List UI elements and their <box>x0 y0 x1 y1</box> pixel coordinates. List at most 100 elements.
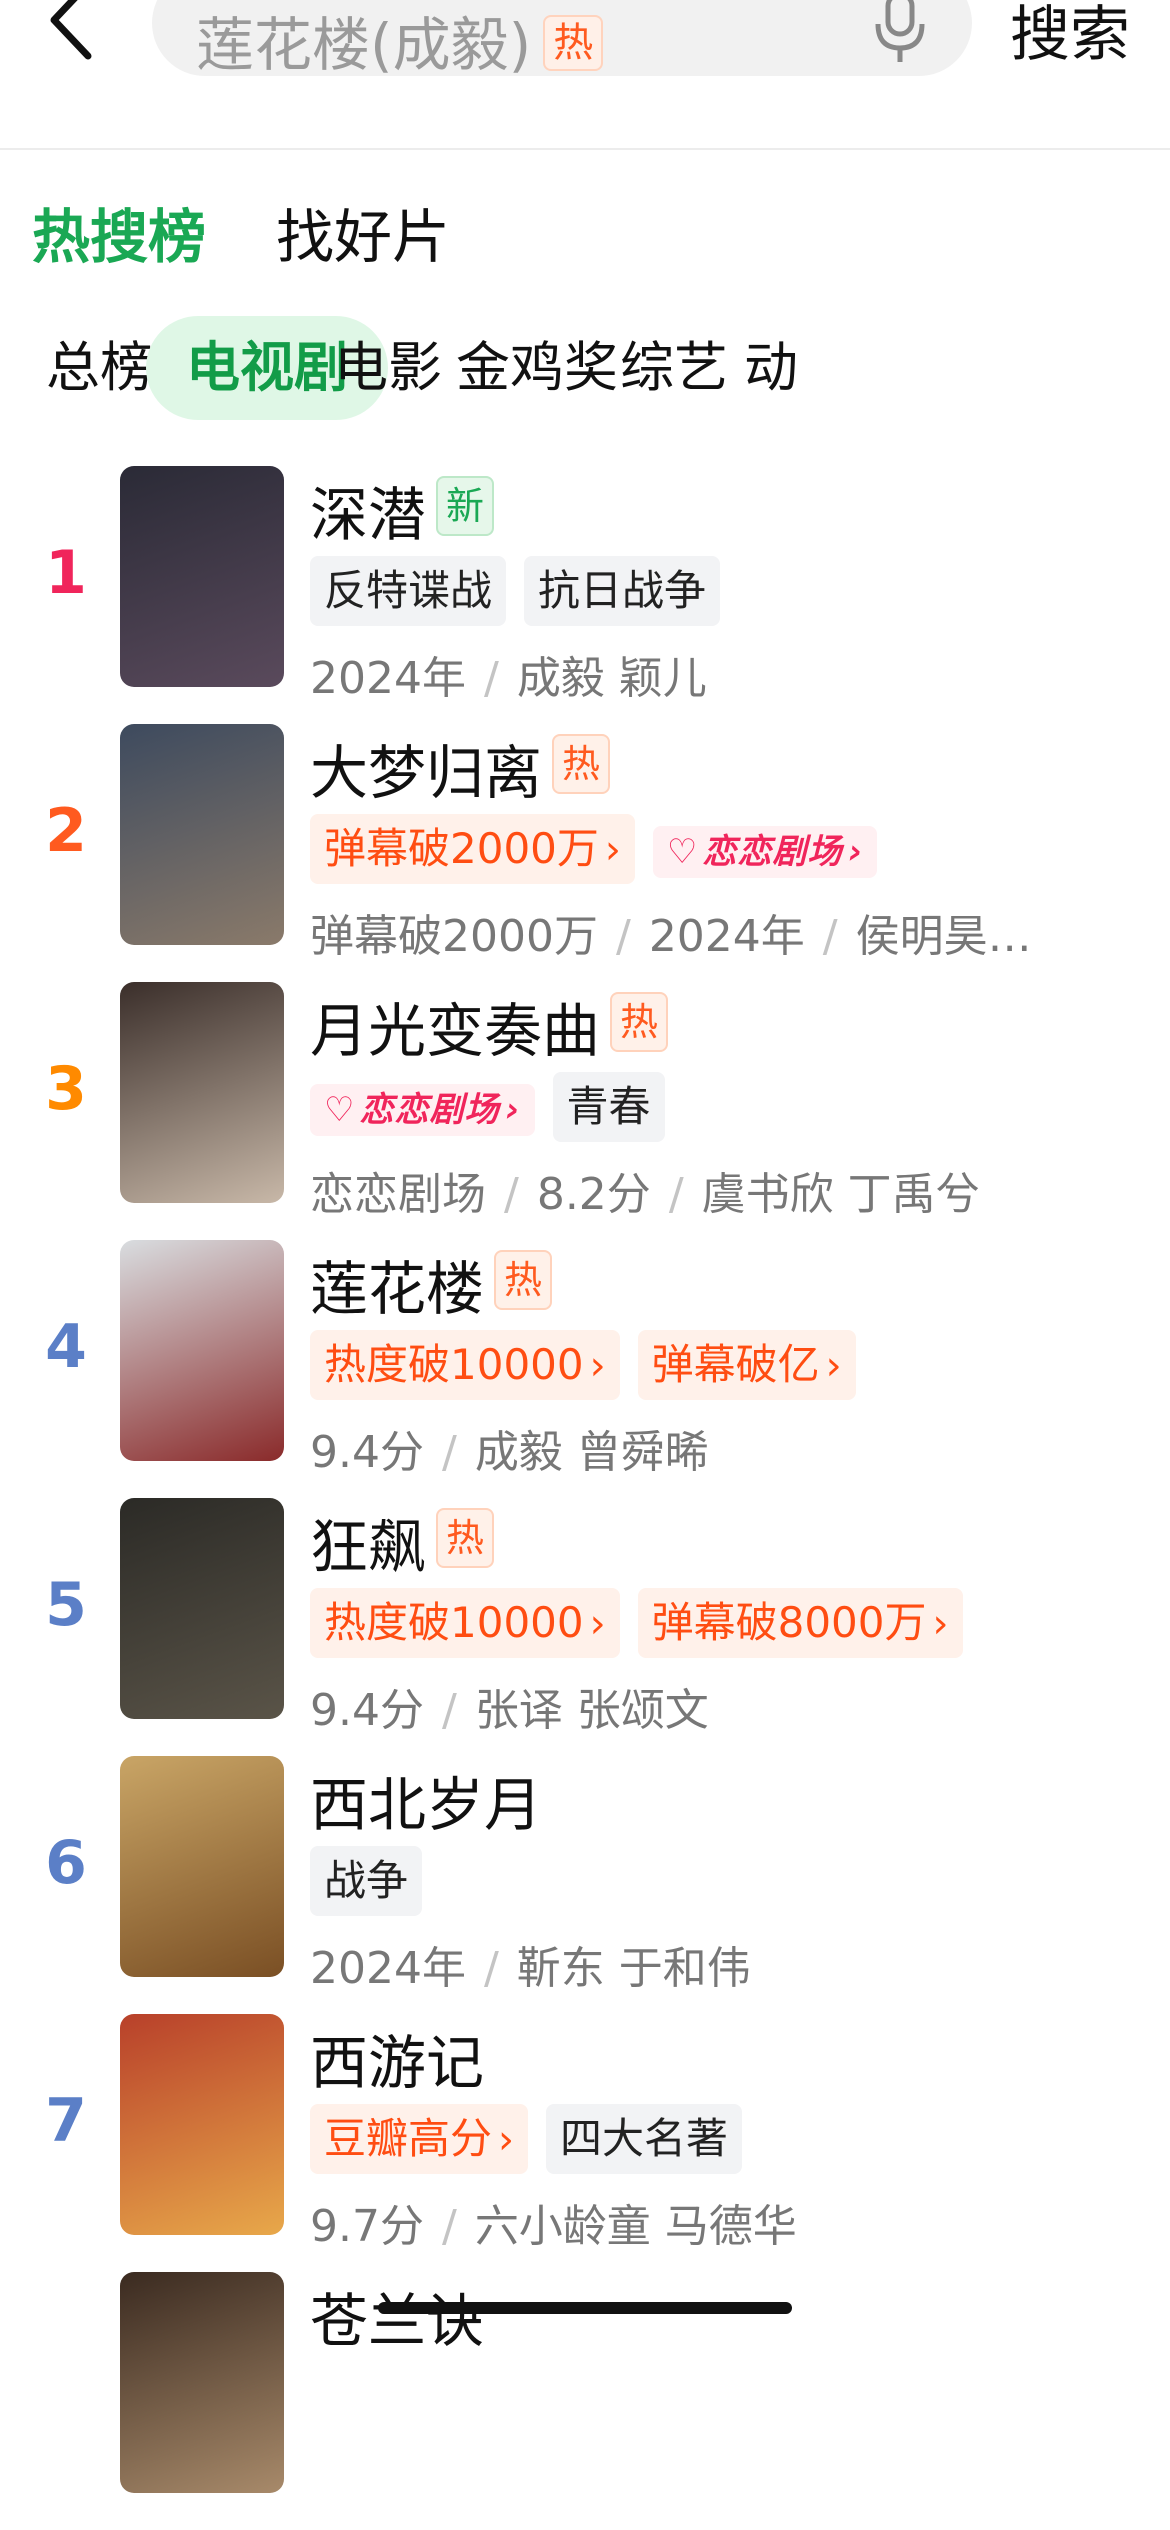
title-row: 月光变奏曲热 <box>310 984 669 1065</box>
meta-info: 弹幕破2000万 / 2024年 / 侯明昊… <box>310 900 1090 960</box>
microphone-icon[interactable] <box>872 0 928 68</box>
tag-label: 抗日战争 <box>538 566 707 615</box>
tag-label: 弹幕破8000万 <box>651 1598 927 1647</box>
tag-chip[interactable]: 弹幕破2000万 › <box>310 814 635 884</box>
new-badge: 新 <box>436 476 495 536</box>
tag-chip[interactable]: 热度破10000 › <box>310 1588 620 1658</box>
chevron-right-icon: › <box>505 1090 521 1130</box>
poster-image[interactable] <box>120 466 284 687</box>
tab-hot-search[interactable]: 热搜榜 <box>32 190 206 274</box>
poster-image[interactable] <box>120 2014 284 2235</box>
main-tabs: 热搜榜 找好片 <box>32 190 520 274</box>
category-tab[interactable]: 总榜 <box>46 316 154 420</box>
tag-label: 战争 <box>324 1856 409 1905</box>
show-title[interactable]: 月光变奏曲 <box>310 997 600 1065</box>
meta-info: 9.4分 / 成毅 曾舜晞 <box>310 1416 1090 1476</box>
tag-chip[interactable]: 热度破10000 › <box>310 1330 620 1400</box>
list-item[interactable]: 6 西北岁月 战争 2024年 / 靳东 于和伟 <box>0 1756 1170 2014</box>
list-item[interactable]: 1 深潜新反特谍战 抗日战争 2024年 / 成毅 颖儿 <box>0 466 1170 724</box>
meta-value: 侯明昊… <box>855 911 1032 960</box>
rank-number: 1 <box>45 538 87 608</box>
separator: / <box>441 2201 457 2250</box>
tag-row: 热度破10000 › 弹幕破亿 › <box>310 1330 874 1402</box>
hot-badge: 热 <box>436 1508 495 1568</box>
poster-image[interactable] <box>120 1498 284 1719</box>
tag-label: 青春 <box>566 1082 651 1131</box>
hot-badge: 热 <box>552 734 611 794</box>
category-tab[interactable]: 动 <box>744 316 798 420</box>
tag-label: 恋恋剧场 <box>702 832 843 872</box>
title-row: 大梦归离热 <box>310 726 611 807</box>
tab-find-shows[interactable]: 找好片 <box>276 190 450 274</box>
show-title[interactable]: 狂飙 <box>310 1513 426 1581</box>
tag-label: 弹幕破亿 <box>651 1340 820 1389</box>
tag-label: 弹幕破2000万 <box>324 824 599 873</box>
tag-row: 弹幕破2000万 › ♡ 恋恋剧场 › <box>310 814 895 886</box>
chevron-right-icon: › <box>825 1343 842 1389</box>
back-arrow-icon[interactable] <box>40 0 110 68</box>
hot-badge: 热 <box>610 992 669 1052</box>
tag-chip[interactable]: 豆瓣高分 › <box>310 2104 529 2174</box>
search-query-text: 莲花楼 <box>196 11 371 79</box>
list-item[interactable]: 4 莲花楼热热度破10000 › 弹幕破亿 › 9.4分 / 成毅 曾舜晞 <box>0 1240 1170 1498</box>
list-item[interactable]: 7 西游记豆瓣高分 › 四大名著 9.7分 / 六小龄童 马德华 <box>0 2014 1170 2272</box>
channel-tag[interactable]: ♡ 恋恋剧场 › <box>310 1084 535 1136</box>
title-row: 莲花楼热 <box>310 1242 553 1323</box>
tag-label: 反特谍战 <box>324 566 493 615</box>
meta-info: 恋恋剧场 / 8.2分 / 虞书欣 丁禹兮 <box>310 1158 1090 1218</box>
search-button[interactable]: 搜索 <box>1010 0 1130 73</box>
separator: / <box>822 911 838 960</box>
tag-row: 战争 <box>310 1846 440 1918</box>
category-tab[interactable]: 综艺 <box>620 316 728 420</box>
show-title[interactable]: 大梦归离 <box>310 739 542 807</box>
poster-image[interactable] <box>120 982 284 1203</box>
tag-chip[interactable]: 弹幕破8000万 › <box>637 1588 963 1658</box>
meta-value: 2024年 <box>648 911 805 960</box>
home-indicator <box>378 2302 792 2314</box>
rank-number: 7 <box>45 2086 87 2156</box>
separator: / <box>615 911 631 960</box>
tag-chip[interactable]: 弹幕破亿 › <box>637 1330 856 1400</box>
category-tab[interactable]: 电影 <box>334 316 442 420</box>
separator: / <box>668 1169 684 1218</box>
poster-image[interactable] <box>120 2272 284 2493</box>
category-tab[interactable]: 金鸡奖 <box>456 316 618 420</box>
heart-icon: ♡ <box>324 1090 356 1130</box>
meta-value: 张译 张颂文 <box>474 1685 709 1734</box>
show-title[interactable]: 西北岁月 <box>310 1771 542 1839</box>
tag-label: 热度破10000 <box>324 1598 584 1647</box>
poster-image[interactable] <box>120 724 284 945</box>
meta-value: 弹幕破2000万 <box>310 911 598 960</box>
title-row: 西北岁月 <box>310 1758 542 1839</box>
search-hot-badge: 热 <box>543 14 604 71</box>
poster-image[interactable] <box>120 1756 284 1977</box>
chevron-right-icon: › <box>589 1343 606 1389</box>
meta-value: 成毅 曾舜晞 <box>474 1427 709 1476</box>
show-title[interactable]: 莲花楼 <box>310 1255 484 1323</box>
channel-tag[interactable]: ♡ 恋恋剧场 › <box>652 826 878 878</box>
list-item[interactable]: 2 大梦归离热弹幕破2000万 › ♡ 恋恋剧场 › 弹幕破2000万/2024年 / 侯明昊… <box>0 724 1170 982</box>
poster-image[interactable] <box>120 1240 284 1461</box>
tag-chip: 反特谍战 <box>310 556 507 626</box>
search-input[interactable]: 莲花楼(成毅) 热 <box>152 0 972 79</box>
rank-number: 5 <box>45 1570 87 1640</box>
tag-chip: 青春 <box>552 1072 665 1142</box>
separator: / <box>441 1685 457 1734</box>
tag-chip: 战争 <box>310 1846 423 1916</box>
meta-info: 9.7分 / 六小龄童 马德华 <box>310 2190 1090 2250</box>
tag-chip: 四大名著 <box>546 2104 743 2174</box>
hot-badge: 热 <box>494 1250 553 1310</box>
meta-value: 成毅 颖儿 <box>516 653 707 702</box>
tag-label: 四大名著 <box>560 2114 729 2163</box>
meta-value: 虞书欣 丁禹兮 <box>701 1169 980 1218</box>
meta-value: 2024年 <box>310 653 466 702</box>
show-title[interactable]: 西游记 <box>310 2029 484 2097</box>
meta-value: 靳东 于和伟 <box>516 1943 751 1992</box>
search-query: 莲花楼(成毅) 热 <box>196 0 604 82</box>
title-row: 深潜新 <box>310 468 495 549</box>
title-row: 狂飙热 <box>310 1500 495 1581</box>
list-item[interactable]: 5 狂飙热热度破10000 › 弹幕破8000万 › 9.4分 / 张译 张颂文 <box>0 1498 1170 1756</box>
show-title[interactable]: 深潜 <box>310 481 426 549</box>
list-item[interactable]: 3 月光变奏曲热 ♡ 恋恋剧场 › 青春 恋恋剧场/8.2分 / 虞书欣 丁禹兮 <box>0 982 1170 1240</box>
show-title[interactable]: 苍兰诀 <box>310 2287 484 2355</box>
